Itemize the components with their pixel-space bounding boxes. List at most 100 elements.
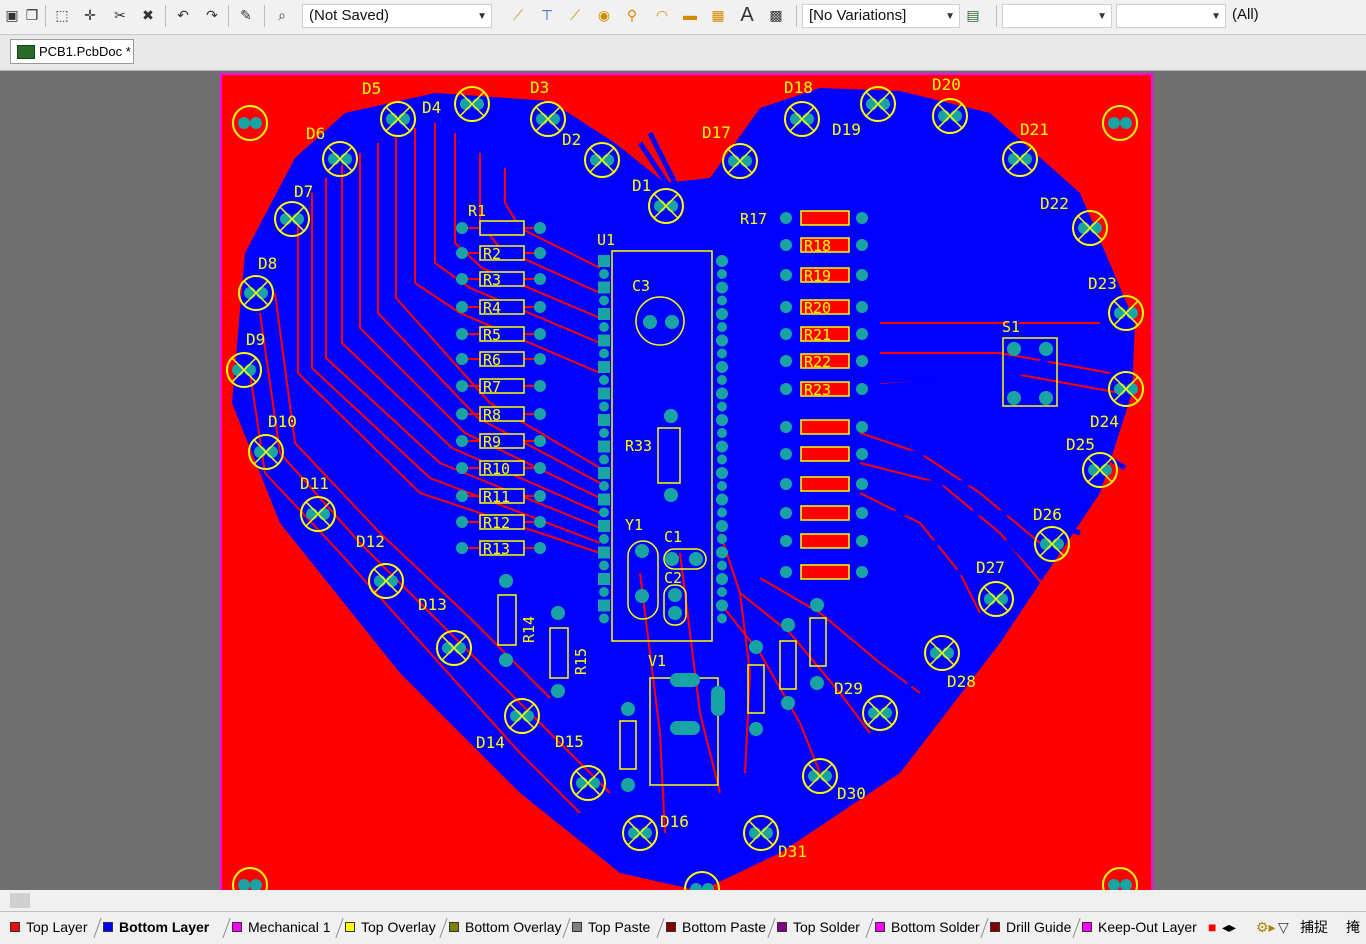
led-pad <box>1052 538 1064 550</box>
led-pad <box>1040 538 1052 550</box>
pad <box>534 247 546 259</box>
polygon-icon[interactable]: ▦ <box>708 5 728 25</box>
resistor-label: R7 <box>483 378 501 396</box>
pcb-board[interactable]: R1 R2 R3 R4 R5 R6 R7 R8 R9 R10 R11 R12 R13 R17 R18 R19… <box>220 73 1153 891</box>
u1-pin-right <box>716 599 728 612</box>
filter-combo-value: (All) <box>1232 6 1259 23</box>
board-icon[interactable]: ▤ <box>963 5 983 25</box>
browse-icon[interactable]: ⌕ <box>272 5 292 25</box>
led-pad <box>1020 153 1032 165</box>
resistor-label: R22 <box>804 353 831 371</box>
led-pad <box>510 710 522 722</box>
open-icon[interactable]: ▣ <box>2 5 22 25</box>
horizontal-scrollbar[interactable] <box>0 890 1366 911</box>
u1-pin-right <box>717 534 727 544</box>
variations-combo[interactable]: [No Variations] ▼ <box>802 4 960 28</box>
resistor-body <box>800 210 850 226</box>
layer-tab-top-solder[interactable]: Top Solder <box>777 916 860 938</box>
led-label: D28 <box>947 672 976 691</box>
select-rect-icon[interactable]: ⬚ <box>52 5 72 25</box>
route-icon[interactable]: ⟋ <box>508 5 528 25</box>
pad <box>456 328 468 340</box>
tab-pcb1[interactable]: PCB1.PcbDoc * <box>10 39 134 64</box>
layer-tab-top-overlay[interactable]: Top Overlay <box>345 916 436 938</box>
layer-tab-divider <box>865 918 874 938</box>
led-label: D31 <box>778 842 807 861</box>
u1-pin-left <box>598 361 610 373</box>
resistor-r17[interactable]: R17 <box>740 210 868 228</box>
u1-pin-left <box>599 481 609 491</box>
led-pad <box>1008 153 1020 165</box>
led-pad <box>472 98 484 110</box>
pad <box>856 269 868 281</box>
led-pad <box>454 642 466 654</box>
diff-pair-icon[interactable]: ⟋ <box>565 5 585 25</box>
resistor-label: R8 <box>483 406 501 424</box>
layer-more-swatch[interactable]: ■ <box>1208 916 1216 938</box>
led-label: D10 <box>268 412 297 431</box>
label-r33: R33 <box>625 437 652 455</box>
layer-tab-keep-out-layer[interactable]: Keep-Out Layer <box>1082 916 1197 938</box>
snap-button[interactable]: 捕捉 <box>1300 916 1328 938</box>
label-y1: Y1 <box>625 516 643 534</box>
pad <box>749 640 763 654</box>
arc-icon[interactable]: ◠ <box>652 5 672 25</box>
u1-pin-left <box>598 255 610 267</box>
pcb-doc-icon <box>17 45 35 59</box>
u1-pin-left <box>598 440 610 453</box>
layer-tab-bottom-solder[interactable]: Bottom Solder <box>875 916 980 938</box>
layer-color-swatch <box>666 922 676 932</box>
u1-pin-left <box>598 493 610 506</box>
fill-icon[interactable]: ▬ <box>680 5 700 25</box>
separator <box>996 5 997 27</box>
layer-scroll-icon[interactable]: ◂▸ <box>1222 916 1236 938</box>
redo-icon[interactable]: ↷ <box>202 5 222 25</box>
layer-tab-bottom-overlay[interactable]: Bottom Overlay <box>449 916 561 938</box>
clear-icon[interactable]: ✖ <box>138 5 158 25</box>
copy-icon[interactable]: ❐ <box>22 5 42 25</box>
pad <box>456 353 468 365</box>
move-icon[interactable]: ✛ <box>80 5 100 25</box>
array-icon[interactable]: ▩ <box>766 5 786 25</box>
led-label: D29 <box>834 679 863 698</box>
undo-icon[interactable]: ↶ <box>173 5 193 25</box>
pad <box>780 301 792 313</box>
led-pad <box>996 593 1008 605</box>
interactive-route-icon[interactable]: ⊤ <box>537 5 557 25</box>
net-combo[interactable]: ▼ <box>1002 4 1112 28</box>
layer-tab-bottom-paste[interactable]: Bottom Paste <box>666 916 766 938</box>
pad <box>1039 391 1053 405</box>
class-combo[interactable]: ▼ <box>1116 4 1226 28</box>
layer-tab-bottom-layer[interactable]: Bottom Layer <box>103 916 209 938</box>
deselect-icon[interactable]: ✂ <box>110 5 130 25</box>
u1-pin-left <box>599 375 609 385</box>
led-label: D13 <box>418 595 447 614</box>
layer-tab-drill-guide[interactable]: Drill Guide <box>990 916 1071 938</box>
u1-pin-right <box>716 573 728 585</box>
pad <box>856 421 868 433</box>
mask-button[interactable]: 掩 <box>1346 916 1360 938</box>
layer-options-icon[interactable]: ⚙▸ <box>1256 916 1276 938</box>
pad-icon[interactable]: ◉ <box>594 5 614 25</box>
pad <box>534 273 546 285</box>
string-icon[interactable]: A <box>737 4 757 26</box>
filter-icon[interactable]: ▽ <box>1278 916 1289 938</box>
filter-combo[interactable]: (All) <box>1226 4 1366 28</box>
scroll-thumb[interactable] <box>10 893 30 908</box>
led-pad <box>749 827 761 839</box>
pad <box>856 355 868 367</box>
variant-combo[interactable]: (Not Saved) ▼ <box>302 4 492 28</box>
led-label: D4 <box>422 98 441 117</box>
via-icon[interactable]: ⚲ <box>622 5 642 25</box>
layer-tab-divider <box>656 918 665 938</box>
led-label: D23 <box>1088 274 1117 293</box>
pad <box>534 462 546 474</box>
layer-tabs: Top Layer Bottom Layer Mechanical 1 Top Ove… <box>0 911 1366 944</box>
pad <box>856 507 868 519</box>
layer-tab-top-paste[interactable]: Top Paste <box>572 916 650 938</box>
pen-icon[interactable]: ✎ <box>236 5 256 25</box>
u1-pin-right <box>716 520 728 532</box>
layer-tab-top-layer[interactable]: Top Layer <box>10 916 87 938</box>
layer-tab-divider <box>767 918 776 938</box>
layer-tab-mechanical-1[interactable]: Mechanical 1 <box>232 916 331 938</box>
